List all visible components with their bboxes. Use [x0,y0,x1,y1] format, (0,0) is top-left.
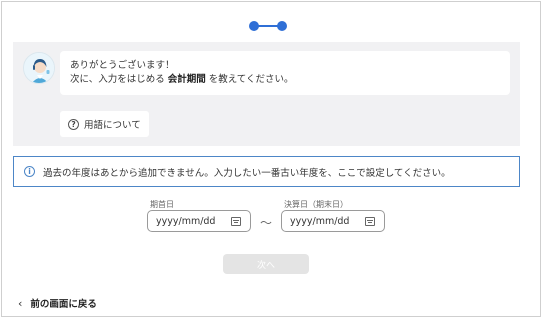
chat-panel: ありがとうございます！ 次に、入力をはじめる 会計期間 を教えてください。 ? … [13,42,520,146]
calendar-icon[interactable] [231,216,241,226]
start-date-input[interactable]: yyyy/mm/dd [147,210,251,232]
question-circle-icon: ? [68,118,79,130]
back-link[interactable]: ‹ 前の画面に戻る [18,296,97,311]
step-1-dot [249,21,259,31]
step-connector [257,25,279,27]
glossary-button[interactable]: ? 用語について [60,111,149,137]
end-date-placeholder: yyyy/mm/dd [290,215,350,227]
page-frame: ありがとうございます！ 次に、入力をはじめる 会計期間 を教えてください。 ? … [1,1,541,317]
fiscal-period-term: 会計期間 [167,74,206,85]
notice-text: 過去の年度はあとから追加できません。入力したい一番古い年度を、ここで設定してくだ… [43,167,451,179]
start-date-placeholder: yyyy/mm/dd [156,215,216,227]
assistant-message: ありがとうございます！ 次に、入力をはじめる 会計期間 を教えてください。 [60,51,510,95]
next-button[interactable]: 次へ [223,254,309,274]
end-date-label: 決算日（期末日） [284,200,348,209]
date-range-separator: ～ [260,216,273,230]
info-circle-icon: i [24,166,35,177]
chevron-left-icon: ‹ [18,296,23,310]
end-date-input[interactable]: yyyy/mm/dd [281,210,385,232]
start-date-label: 期首日 [150,200,174,209]
calendar-icon[interactable] [365,216,375,226]
back-link-label: 前の画面に戻る [30,299,97,310]
step-2-dot [277,21,287,31]
message-line-1: ありがとうございます！ [70,60,175,71]
glossary-button-label: 用語について [84,120,141,131]
notice-banner: i 過去の年度はあとから追加できません。入力したい一番古い年度を、ここで設定して… [13,156,520,187]
message-line-2-prefix: 次に、入力をはじめる [70,74,168,85]
message-line-2-suffix: を教えてください。 [205,74,294,85]
assistant-avatar-icon [23,52,55,84]
step-progress [249,21,287,31]
message-line-2: 次に、入力をはじめる 会計期間 を教えてください。 [70,73,500,87]
